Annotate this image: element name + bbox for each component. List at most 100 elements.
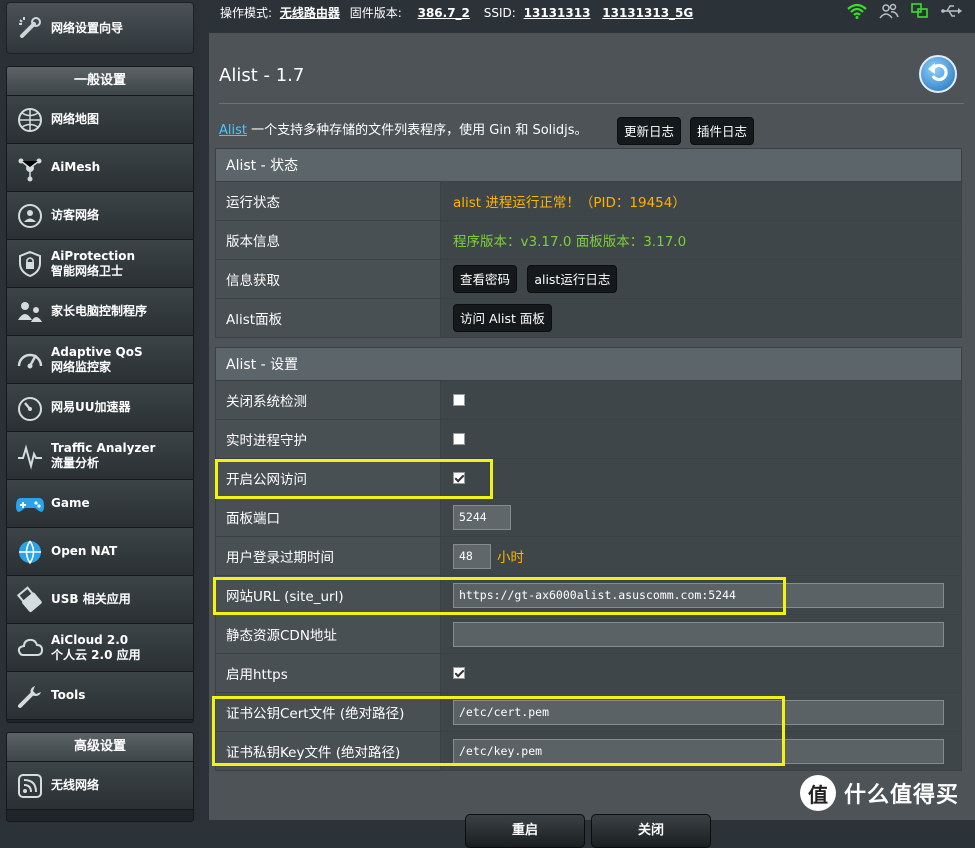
title-divider [219,103,964,104]
ssid-value-1[interactable]: 13131313 [524,6,591,20]
qos-gauge-icon [15,345,45,375]
sidebar-general-item-label: 网络地图 [51,112,100,126]
back-button[interactable] [919,55,957,93]
cert-input[interactable]: /etc/cert.pem [453,699,944,725]
network-map-icon [15,105,45,135]
router-info: 操作模式: 无线路由器 固件版本: 386.7_2 SSID: 13131313… [220,4,693,21]
description-text: 一个支持多种存储的文件列表程序，使用 Gin 和 Solidjs。 [247,123,588,138]
expire-input[interactable]: 48 [453,543,491,569]
parental-control-icon [15,297,45,327]
key-input[interactable]: /etc/key.pem [453,738,944,764]
general-settings-section: 一般设置 网络地图 AiMesh 访客网络 AiProtection 智能网络卫士家长… [6,66,194,723]
sidebar-general-item[interactable]: Open NAT [7,528,193,576]
version-label: 版本信息 [215,220,441,260]
network-wizard-label: 网络设置向导 [51,20,124,35]
alist-link[interactable]: Alist [219,123,247,138]
usb-status-icon[interactable] [941,3,963,22]
mode-label: 操作模式: [220,6,273,20]
ssid-value-2[interactable]: 13131313_5G [602,6,693,20]
sidebar-general-item[interactable]: 家长电脑控制程序 [7,288,193,336]
sidebar-general-item[interactable]: Adaptive QoS 网络监控家 [7,336,193,384]
top-status-bar: 操作模式: 无线路由器 固件版本: 386.7_2 SSID: 13131313… [200,0,975,24]
settings-header: Alist - 设置 [215,347,962,381]
sidebar-advanced-item[interactable]: 无线网络 [7,762,193,810]
sidebar-general-item[interactable]: Traffic Analyzer 流量分析 [7,432,193,480]
settings-table: Alist - 设置 关闭系统检测 实时进程守护 开启公网访问 面板端口 524… [215,347,962,771]
sidebar-general-item-label: Adaptive QoS 网络监控家 [51,344,143,374]
sidebar-general-item[interactable]: AiMesh [7,144,193,192]
key-label: 证书私钥Key文件 (绝对路径) [215,731,441,771]
sidebar-general-item-label: USB 相关应用 [51,592,131,606]
sidebar-general-item[interactable]: AiProtection 智能网络卫士 [7,240,193,288]
wireless-icon [15,771,45,801]
cloud-icon [15,633,45,663]
network-status-icon[interactable] [911,3,929,22]
run-status-value: alist 进程运行正常！（PID：19454） [440,181,962,221]
sidebar-general-item[interactable]: 网络地图 [7,96,193,144]
wrench-icon [15,681,45,711]
watchdog-checkbox[interactable] [453,433,465,445]
sidebar-general-item[interactable]: 访客网络 [7,192,193,240]
mode-value[interactable]: 无线路由器 [280,6,340,20]
watchdog-label: 实时进程守护 [215,419,441,459]
cdn-input[interactable] [453,621,944,647]
watermark-text: 什么值得买 [844,783,960,808]
port-input[interactable]: 5244 [453,504,511,530]
cert-label: 证书公钥Cert文件 (绝对路径) [215,692,441,732]
version-value: 程序版本：v3.17.0 面板版本：3.17.0 [440,220,962,260]
disable-check-checkbox[interactable] [453,394,465,406]
sidebar-general-item[interactable]: Tools [7,672,193,720]
guest-network-icon [15,201,45,231]
sidebar-general-item[interactable]: Game [7,480,193,528]
expire-unit: 小时 [497,550,524,566]
back-arrow-icon [926,60,950,88]
sidebar-general-item-label: Game [51,496,90,510]
sidebar-general-item[interactable]: AiCloud 2.0 个人云 2.0 应用 [7,624,193,672]
info-label: 信息获取 [215,259,441,299]
globe-icon [15,537,45,567]
wizard-icon [15,13,45,43]
speedometer-icon [15,393,45,423]
sidebar-general-item[interactable]: USB 相关应用 [7,576,193,624]
sidebar-general-item-label: 网易UU加速器 [51,400,131,414]
sidebar-general-item-label: AiCloud 2.0 个人云 2.0 应用 [51,632,141,662]
users-icon[interactable] [879,3,899,22]
network-wizard-button[interactable]: 网络设置向导 [6,2,194,54]
site-url-label: 网站URL (site_url) [215,575,441,615]
sidebar-advanced-item-label: 无线网络 [51,778,100,792]
close-button[interactable]: 关闭 [591,814,711,848]
ssid-label: SSID: [483,6,516,20]
advanced-settings-header: 高级设置 [7,733,193,762]
panel-actions: 访问 Alist 面板 [440,298,962,338]
public-access-checkbox[interactable] [453,472,465,484]
site-url-input[interactable]: https://gt-ax6000alist.asuscomm.com:5244 [453,582,944,608]
sidebar-general-item-label: AiProtection 智能网络卫士 [51,248,135,278]
gamepad-icon [15,489,45,519]
view-password-button[interactable]: 查看密码 [453,265,518,293]
restart-button[interactable]: 重启 [465,814,585,848]
status-header: Alist - 状态 [215,148,962,182]
status-table: Alist - 状态 运行状态 alist 进程运行正常！（PID：19454）… [215,148,962,338]
plugin-log-button[interactable]: 插件日志 [690,117,755,145]
run-log-button[interactable]: alist运行日志 [527,265,618,293]
plugin-description: Alist 一个支持多种存储的文件列表程序，使用 Gin 和 Solidjs。 [219,119,588,138]
changelog-button[interactable]: 更新日志 [617,117,682,145]
https-checkbox[interactable] [453,667,465,679]
general-settings-header: 一般设置 [7,67,193,96]
usb-icon [15,585,45,615]
aimesh-icon [15,153,45,183]
traffic-analyzer-icon [15,441,45,471]
page-title: Alist - 1.7 [219,65,305,86]
sidebar-general-item-label: 家长电脑控制程序 [51,304,148,318]
run-status-label: 运行状态 [215,181,441,221]
wifi-icon[interactable] [847,3,867,22]
firmware-label: 固件版本: [349,6,402,20]
disable-check-label: 关闭系统检测 [215,380,441,420]
public-access-label: 开启公网访问 [215,458,441,498]
sidebar-general-item-label: 访客网络 [51,208,100,222]
firmware-value[interactable]: 386.7_2 [418,6,470,20]
sidebar: 网络设置向导 一般设置 网络地图 AiMesh 访客网络 AiProtection 智… [0,0,200,822]
visit-panel-button[interactable]: 访问 Alist 面板 [453,304,552,332]
sidebar-general-item-label: Tools [51,688,86,702]
sidebar-general-item[interactable]: 网易UU加速器 [7,384,193,432]
